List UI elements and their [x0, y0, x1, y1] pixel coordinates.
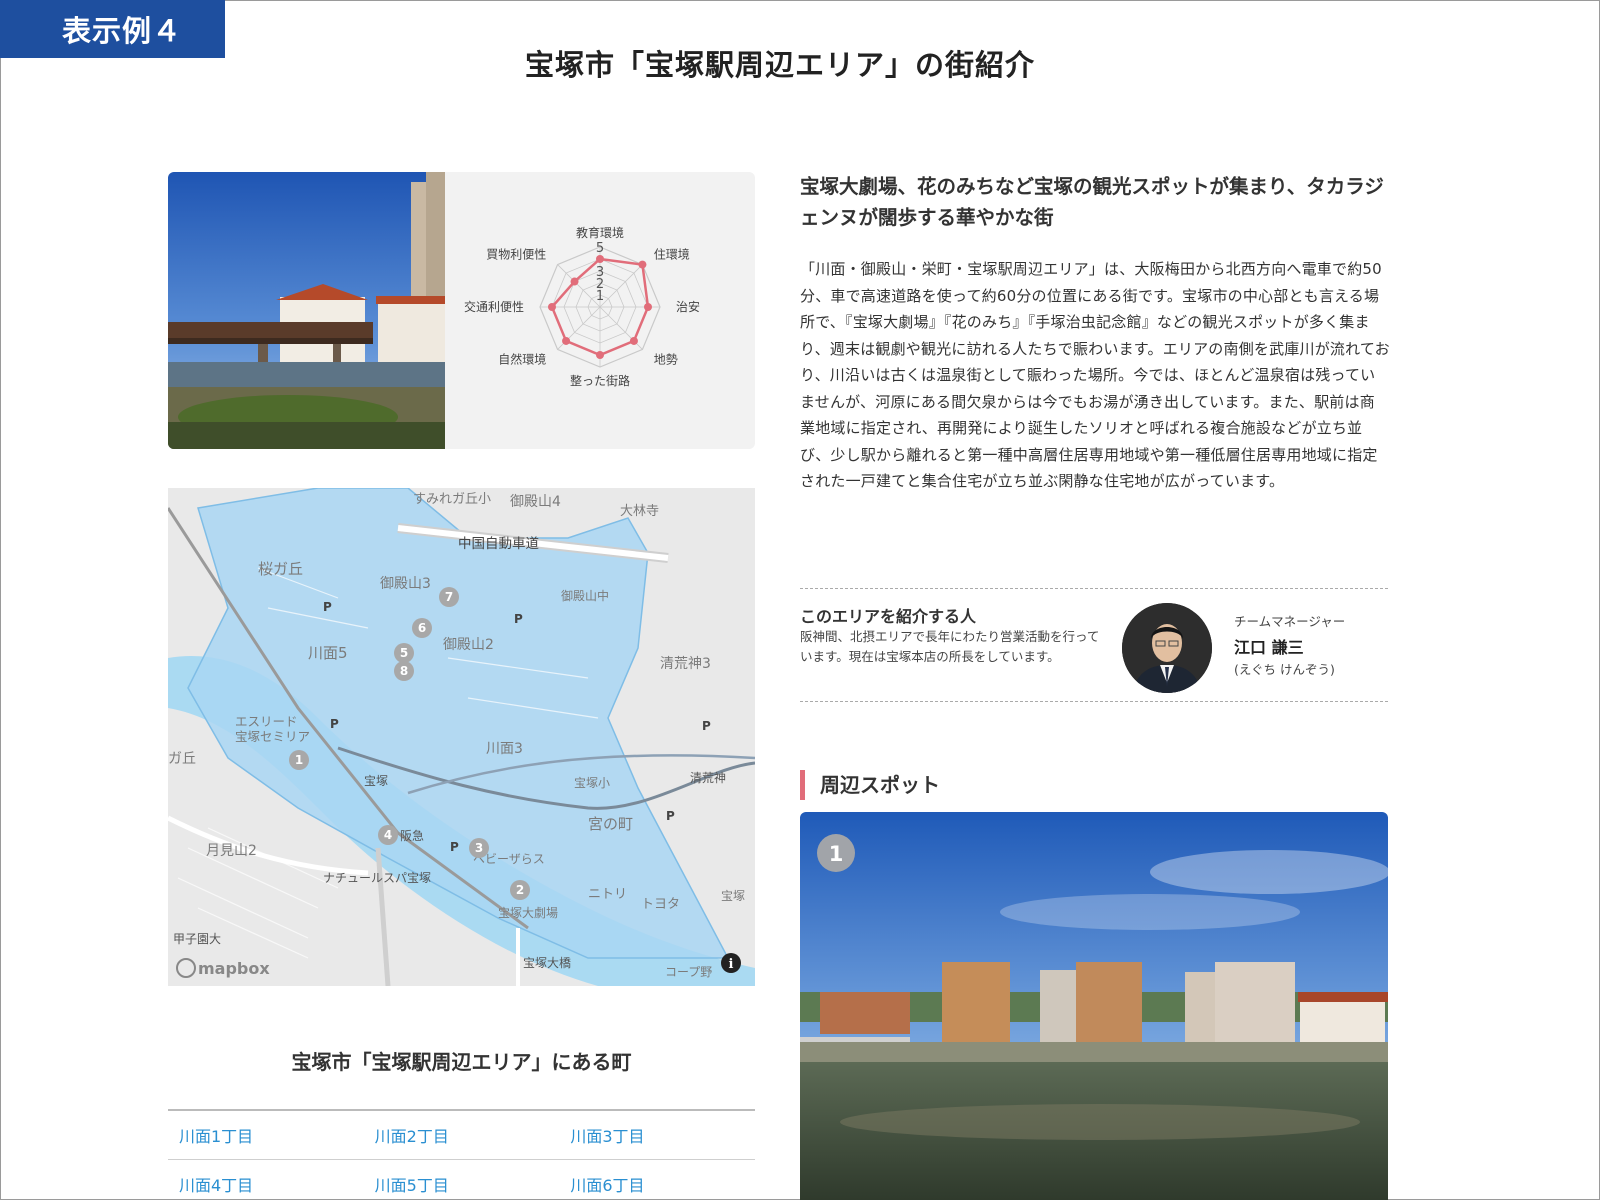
parking-icon: P [450, 840, 459, 854]
area-map[interactable]: すみれガ丘小 御殿山4 大林寺 中国自動車道 桜ガ丘 御殿山3 御殿山中 川面5… [168, 488, 755, 986]
map-label-nitori: ニトリ [588, 887, 627, 902]
introducer-section: このエリアを紹介する人 阪神間、北摂エリアで長年にわたり営業活動を行っています。… [800, 588, 1388, 702]
map-label-tsukimiyama: 月見山2 [206, 843, 257, 859]
map-label-miyanomachi: 宮の町 [588, 815, 633, 833]
introducer-role: チームマネージャー [1234, 614, 1346, 629]
radar-axis-label: 整った街路 [570, 373, 630, 388]
map-marker-2[interactable]: 2 [510, 880, 530, 900]
map-label-goten4: 御殿山4 [510, 494, 561, 510]
introducer-kana: (えぐち けんぞう) [1234, 662, 1335, 677]
spot-photo[interactable]: 1 [800, 812, 1388, 1200]
map-label-goten2: 御殿山2 [443, 637, 494, 653]
area-introduction: 「川面・御殿山・栄町・宝塚駅周辺エリア」は、大阪梅田から北西方向へ電車で約50分… [800, 260, 1390, 490]
svg-text:8: 8 [400, 664, 408, 678]
introducer-heading: このエリアを紹介する人 [800, 607, 977, 626]
map-label-sumiregaoka: すみれガ丘小 [413, 492, 491, 507]
town-link[interactable]: 川面5丁目 [364, 1172, 560, 1196]
map-marker-4[interactable]: 4 [378, 825, 398, 845]
nearby-spots-heading: 周辺スポット [800, 770, 940, 800]
radar-axis-label: 交通利便性 [464, 299, 524, 314]
map-marker-7[interactable]: 7 [439, 587, 459, 607]
table-row: 川面1丁目 川面2丁目 川面3丁目 [168, 1111, 755, 1160]
table-row: 川面4丁目 川面5丁目 川面6丁目 [168, 1160, 755, 1200]
radar-axis-label: 教育環境 [576, 225, 624, 240]
radar-point [562, 336, 571, 345]
radar-scale-label: 5 [596, 241, 604, 256]
map-label-gaoka: ガ丘 [168, 751, 196, 767]
map-label-gotenchu: 御殿山中 [561, 588, 609, 603]
catch-copy: 宝塚大劇場、花のみちなど宝塚の観光スポットが集まり、タカラジェンヌが闊歩する華や… [800, 175, 1384, 229]
map-label-toyota: トヨタ [641, 897, 680, 912]
radar-axis-label: 地勢 [654, 351, 678, 366]
svg-text:4: 4 [384, 828, 392, 842]
map-label-ohashi: 宝塚大橋 [523, 956, 571, 970]
map-label-natural: ナチュールスパ宝塚 [323, 871, 431, 885]
map-label-kawamo3: 川面3 [486, 741, 523, 757]
map-marker-6[interactable]: 6 [412, 618, 432, 638]
parking-icon: P [702, 719, 711, 733]
map-label-koshien: 甲子園大 [173, 932, 221, 946]
radar-point [644, 303, 652, 311]
map-info-button[interactable]: i [721, 953, 741, 973]
svg-text:2: 2 [516, 883, 524, 897]
map-marker-3[interactable]: 3 [469, 838, 489, 858]
map-label-daigekijo: 宝塚大劇場 [498, 906, 558, 920]
radar-axis-label: 自然環境 [498, 351, 546, 366]
map-marker-1[interactable]: 1 [289, 750, 309, 770]
svg-text:5: 5 [400, 646, 408, 660]
map-label-seikojin3: 清荒神3 [660, 656, 711, 672]
parking-icon: P [666, 809, 675, 823]
svg-text:mapbox: mapbox [198, 959, 270, 978]
radar-point [596, 351, 604, 359]
map-label-chugoku: 中国自動車道 [458, 536, 539, 552]
page-title: 宝塚市「宝塚駅周辺エリア」の街紹介 [524, 48, 1035, 82]
map-label-seikojin: 清荒神 [690, 771, 726, 785]
town-link[interactable]: 川面2丁目 [364, 1123, 560, 1147]
town-link[interactable]: 川面4丁目 [168, 1172, 364, 1196]
area-summary-card: 5 3 2 1 教育環境 住環境 治安 地勢 整った街路 自然環境 交通利便性 買物利便性 [168, 172, 755, 449]
map-label-goten3: 御殿山3 [380, 576, 431, 592]
svg-text:6: 6 [418, 621, 426, 635]
svg-text:1: 1 [295, 753, 303, 767]
parking-icon: P [514, 612, 523, 626]
towns-table: 川面1丁目 川面2丁目 川面3丁目 川面4丁目 川面5丁目 川面6丁目 [168, 1109, 755, 1200]
svg-text:1: 1 [829, 842, 844, 866]
radar-point [629, 336, 638, 345]
map-label-sakuragaoka: 桜ガ丘 [258, 560, 303, 578]
svg-text:i: i [729, 957, 734, 972]
parking-icon: P [330, 717, 339, 731]
radar-point [596, 255, 604, 263]
map-label-takarazuka: 宝塚 [364, 774, 388, 788]
radar-point [570, 277, 579, 286]
radar-point [548, 303, 556, 311]
svg-text:3: 3 [475, 841, 483, 855]
avatar [1122, 603, 1212, 693]
map-label-coop: コープ野 [665, 965, 712, 979]
radar-axis-label: 住環境 [654, 247, 690, 262]
town-link[interactable]: 川面6丁目 [559, 1172, 755, 1196]
radar-scale-label: 1 [596, 289, 604, 304]
radar-axis-label: 買物利便性 [486, 248, 546, 262]
town-link[interactable]: 川面3丁目 [559, 1123, 755, 1147]
map-label-hankyu: 阪急 [400, 828, 424, 843]
map-label-dairinji: 大林寺 [620, 504, 659, 519]
radar-chart: 5321教育環境住環境治安地勢整った街路自然環境交通利便性買物利便性 [464, 225, 700, 388]
svg-text:7: 7 [445, 590, 453, 604]
area-photo [168, 172, 445, 449]
radar-point [638, 260, 647, 269]
map-label-takarazuka-sho: 宝塚小 [574, 776, 610, 790]
parking-icon: P [323, 600, 332, 614]
map-marker-8[interactable]: 8 [394, 661, 414, 681]
spot-badge: 1 [817, 834, 855, 872]
introducer-name: 江口 謙三 [1234, 638, 1304, 657]
radar-axis-label: 治安 [676, 299, 700, 314]
map-marker-5[interactable]: 5 [394, 643, 414, 663]
town-link[interactable]: 川面1丁目 [168, 1123, 364, 1147]
introducer-description: 阪神間、北摂エリアで長年にわたり営業活動を行っています。現在は宝塚本店の所長をし… [800, 629, 1100, 664]
towns-title: 宝塚市「宝塚駅周辺エリア」にある町 [291, 1050, 632, 1074]
map-label-kawamo5: 川面5 [308, 644, 348, 662]
map-label-takarazuka-right: 宝塚 [721, 889, 745, 903]
